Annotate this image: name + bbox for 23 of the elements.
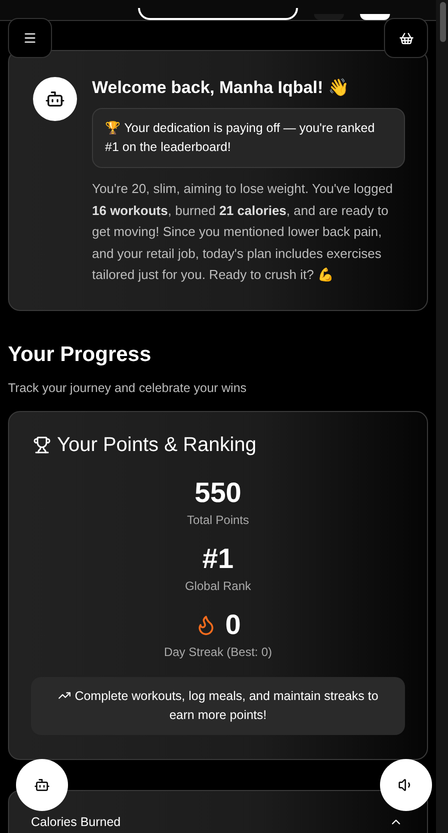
stat-value: 550 (194, 476, 242, 508)
achievement-banner: 🏆 Your dedication is paying off — you're ranked #1 on the leaderboard! (92, 108, 405, 168)
menu-icon[interactable] (23, 31, 37, 45)
basket-icon[interactable] (398, 30, 414, 46)
section-subtitle: Track your journey and celebrate your wins (8, 380, 248, 394)
summary-text: You're 20, slim, aiming to lose weight. You've logged 16 workouts, burned 21 calories, and are ready to get moving! Since you mentioned lower back pain, and your retail job, today's plan includes exercises tailored just for you. Ready to crush it? 💪 (92, 180, 394, 284)
top-circle-button[interactable] (360, 14, 390, 20)
stat-label: Total Points (186, 512, 250, 526)
section-title: Your Progress (8, 342, 152, 366)
tip-text: Complete workouts, log meals, and maintain streaks to earn more points! (45, 686, 391, 724)
scrollbar-thumb[interactable] (440, 2, 446, 42)
stat-label: Global Rank (184, 578, 252, 592)
stat-value: 0 (225, 608, 241, 640)
robot-icon[interactable] (34, 777, 50, 793)
card-title: Your Points & Ranking (57, 434, 256, 456)
stat-value: #1 (202, 542, 234, 574)
trophy-icon (33, 436, 51, 454)
speaker-button[interactable] (380, 759, 432, 811)
stat-label: Day Streak (Best: 0) (164, 644, 272, 658)
welcome-title: Welcome back, Manha Iqbal! 👋 (92, 77, 350, 98)
card-title: Calories Burned (31, 814, 121, 830)
basket-button[interactable] (384, 18, 428, 58)
robot-icon (45, 89, 65, 109)
